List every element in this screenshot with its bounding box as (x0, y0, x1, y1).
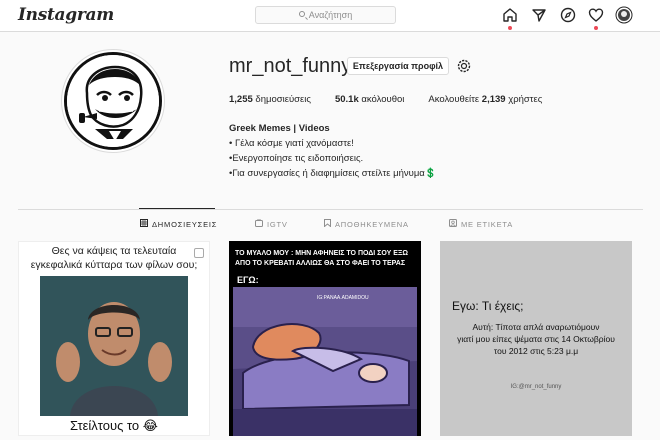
meme-watermark: IG:PANAA.ADAMIDOU (317, 295, 369, 301)
explore-icon[interactable] (559, 6, 577, 24)
followers-count: 50.1k (334, 94, 359, 105)
following-stat[interactable]: Ακολουθείτε 2,139 χρήστες (428, 94, 542, 105)
profile-stats: 1,255 δημοσιεύσεις 50.1k ακόλουθοι Ακολο… (229, 94, 566, 105)
post-text-title: Εγω: Τι έχεις; (452, 299, 524, 313)
post-thumbnail[interactable]: Θες να κάψεις τα τελευταία εγκεφαλικά κύ… (18, 241, 210, 436)
search-icon (298, 11, 305, 17)
followers-stat[interactable]: 50.1k ακόλουθοι (335, 94, 404, 105)
tab-posts[interactable]: ΔΗΜΟΣΙΕΥΣΕΙΣ (140, 219, 217, 229)
post-photo (40, 276, 188, 416)
tab-saved[interactable]: ΑΠΟΘΗΚΕΥΜΕΝΑ (324, 219, 409, 229)
profile-avatar[interactable] (61, 49, 165, 153)
bookmark-icon (324, 219, 331, 229)
instagram-logo[interactable]: Instagram (18, 5, 114, 25)
edit-profile-button[interactable]: Επεξεργασία προφίλ (347, 57, 449, 75)
post-caption-line: εγκεφαλικά κύτταρα των φίλων σου; (30, 259, 198, 271)
direct-icon[interactable] (530, 6, 548, 24)
followers-label: ακόλουθοι (361, 94, 405, 105)
tab-saved-label: ΑΠΟΘΗΚΕΥΜΕΝΑ (335, 219, 409, 229)
carousel-icon (194, 248, 204, 258)
post-text-line: του 2012 στις 5:23 μ.μ (493, 346, 579, 356)
active-tab-indicator (139, 208, 215, 209)
search-placeholder: Αναζήτηση (308, 10, 353, 20)
post-caption-line: Θες να κάψεις τα τελευταία (51, 245, 177, 257)
meme-top-text: ΤΟ ΜΥΑΛΟ ΜΟΥ : ΜΗΝ ΑΦΗΝΕΙΣ ΤΟ ΠΟΔΙ ΣΟΥ Ε… (235, 250, 409, 267)
post-text-line: Αυτή: Τίποτα απλά αναρωτιόμουν (472, 322, 600, 332)
profile-bio: Greek Memes | Videos • Γέλα κόσμε γιατί … (229, 121, 437, 181)
activity-notification-dot (594, 26, 598, 30)
following-count: 2,139 (481, 94, 506, 105)
post-text-body: Αυτή: Τίποτα απλά αναρωτιόμουν γιατί μου… (440, 321, 632, 357)
tabs-divider (18, 209, 643, 210)
post-thumbnail[interactable]: ΤΟ ΜΥΑΛΟ ΜΟΥ : ΜΗΝ ΑΦΗΝΕΙΣ ΤΟ ΠΟΔΙ ΣΟΥ Ε… (229, 241, 421, 436)
top-navigation-bar: Instagram Αναζήτηση (0, 0, 660, 32)
igtv-icon (255, 218, 263, 229)
activity-heart-icon[interactable] (587, 6, 605, 30)
bio-full-name: Greek Memes | Videos (229, 123, 330, 134)
settings-gear-icon[interactable] (456, 58, 472, 74)
post-handle-watermark: IG:@mr_not_funny (510, 384, 562, 390)
tab-tagged-label: ΜΕ ΕΤΙΚΕΤΑ (461, 219, 514, 229)
following-label: χρήστες (508, 94, 543, 105)
posts-label: δημοσιεύσεις (255, 94, 311, 105)
bio-line: • Γέλα κόσμε γιατί χανόμαστε! (229, 138, 354, 149)
grid-icon (140, 219, 148, 229)
profile-username: mr_not_funny (229, 55, 352, 77)
home-notification-dot (508, 26, 512, 30)
tab-posts-label: ΔΗΜΟΣΙΕΥΣΕΙΣ (152, 219, 218, 229)
following-prefix: Ακολουθείτε (428, 94, 480, 105)
post-bottom-text: Στείλτους το 😂 (70, 418, 158, 433)
home-icon[interactable] (501, 6, 519, 30)
bio-line: •Για συνεργασίες ή διαφημίσεις στείλτε μ… (229, 168, 437, 179)
tab-igtv-label: IGTV (267, 219, 288, 229)
tab-tagged[interactable]: ΜΕ ΕΤΙΚΕΤΑ (449, 219, 513, 229)
post-text-line: γιατί μου είπες ψέματα στις 14 Οκτωβρίου (457, 334, 615, 344)
tagged-person-icon (449, 219, 457, 229)
profile-avatar-icon[interactable] (615, 6, 633, 24)
search-input[interactable]: Αναζήτηση (255, 6, 396, 24)
bio-line: •Ενεργοποίησε τις ειδοποιήσεις. (229, 153, 364, 164)
posts-stat: 1,255 δημοσιεύσεις (229, 94, 311, 105)
troll-face-avatar-image (64, 52, 162, 150)
tab-igtv[interactable]: IGTV (255, 218, 288, 229)
posts-count: 1,255 (229, 94, 253, 105)
post-caption: Θες να κάψεις τα τελευταία εγκεφαλικά κύ… (19, 244, 209, 272)
meme-cartoon-bed-scene: IG:PANAA.ADAMIDOU (233, 287, 417, 436)
post-thumbnail[interactable]: Εγω: Τι έχεις; Αυτή: Τίποτα απλά αναρωτι… (440, 241, 632, 436)
meme-label-text: ΕΓΩ: (237, 275, 259, 285)
